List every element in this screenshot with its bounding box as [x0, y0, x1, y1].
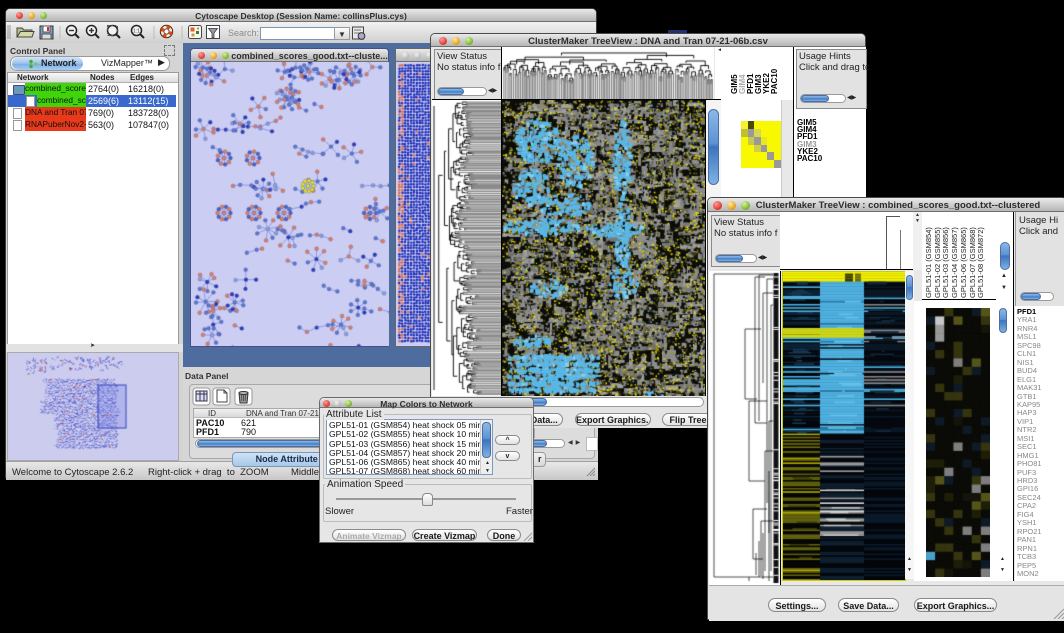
- svg-text:1:1: 1:1: [133, 29, 140, 35]
